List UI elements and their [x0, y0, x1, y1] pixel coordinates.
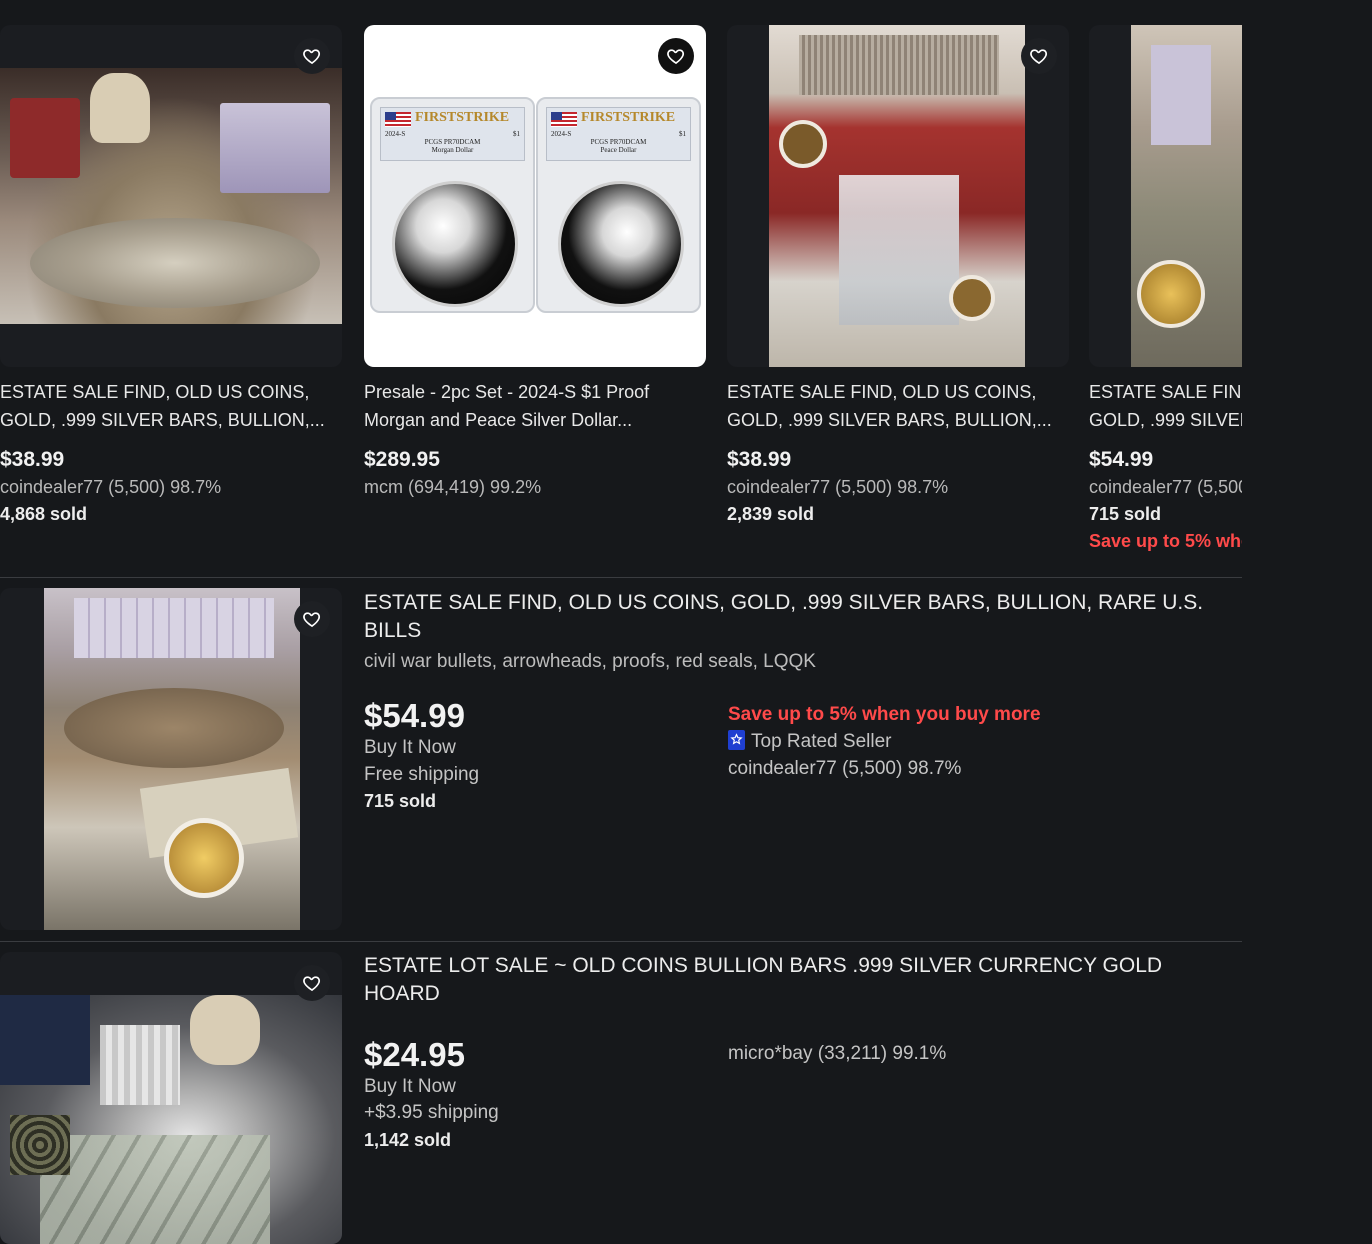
- item-image[interactable]: [0, 588, 342, 930]
- favorite-heart-icon[interactable]: [294, 601, 330, 637]
- item-image[interactable]: [1089, 25, 1242, 367]
- item-title[interactable]: ESTATE SALE FIND, OLD US COINS, GOLD, .9…: [0, 378, 342, 434]
- coin-slab-morgan: FIRSTSTRIKE 2024-S $1 PCGS PR70DCAM Morg…: [370, 97, 535, 313]
- coin-hoard-photo: [1131, 25, 1242, 367]
- carousel-card[interactable]: ESTATE SALE FIND, OLD US COINS, GOLD, .9…: [727, 25, 1069, 529]
- listing-row[interactable]: ESTATE SALE FIND, OLD US COINS, GOLD, .9…: [0, 588, 1242, 930]
- item-price: $38.99: [0, 448, 65, 471]
- divider: [0, 577, 1242, 578]
- similar-items-carousel: ESTATE SALE FIND, OLD US COINS, GOLD, .9…: [0, 0, 1242, 577]
- item-image[interactable]: FIRSTSTRIKE 2024-S $1 PCGS PR70DCAM Morg…: [364, 25, 706, 367]
- carousel-card[interactable]: ESTATE SALE FIND, OLD US COINS, GOLD, .9…: [0, 25, 342, 529]
- seller-info: coindealer77 (5,500) 98.7%: [727, 477, 949, 497]
- seller-info: coindealer77 (5,500) 98.7%: [0, 477, 222, 497]
- seller-info: micro*bay (33,211) 99.1%: [728, 1043, 947, 1064]
- listing-title[interactable]: ESTATE SALE FIND, OLD US COINS, GOLD, .9…: [364, 589, 1234, 645]
- coin-hoard-photo: [44, 588, 300, 930]
- seller-info: coindealer77 (5,500) 98.7%: [1089, 477, 1242, 497]
- promo-text: Save up to 5% when you buy more: [728, 704, 1041, 725]
- carousel-card[interactable]: ESTATE SALE FIND, OLD US COINS, GOLD, .9…: [1089, 25, 1242, 553]
- shipping-info: Free shipping: [364, 764, 480, 785]
- divider: [0, 941, 1242, 942]
- listing-row[interactable]: ESTATE LOT SALE ~ OLD COINS BULLION BARS…: [0, 952, 1242, 1244]
- shipping-info: +$3.95 shipping: [364, 1102, 499, 1123]
- item-image[interactable]: [0, 25, 342, 367]
- favorite-heart-icon[interactable]: [294, 38, 330, 74]
- sold-count: 715 sold: [364, 791, 437, 811]
- top-rated-seller-icon: [728, 730, 745, 750]
- item-price: $289.95: [364, 448, 440, 471]
- item-image[interactable]: [727, 25, 1069, 367]
- seller-info: coindealer77 (5,500) 98.7%: [728, 758, 962, 779]
- buying-format: Buy It Now: [364, 737, 456, 758]
- favorite-heart-icon[interactable]: [658, 38, 694, 74]
- listing-price: $54.99: [364, 697, 465, 734]
- coin-hoard-photo: [0, 68, 342, 324]
- item-price: $38.99: [727, 448, 792, 471]
- carousel-card[interactable]: FIRSTSTRIKE 2024-S $1 PCGS PR70DCAM Morg…: [364, 25, 706, 499]
- listing-subtitle: civil war bullets, arrowheads, proofs, r…: [364, 651, 816, 672]
- top-rated-badge: Top Rated Seller: [728, 728, 1041, 755]
- coin-lot-photo: [0, 995, 342, 1244]
- sold-count: 2,839 sold: [727, 504, 815, 524]
- listing-seller-block: micro*bay (33,211) 99.1%: [728, 1040, 946, 1067]
- top-rated-label: Top Rated Seller: [751, 731, 892, 752]
- sold-count: 715 sold: [1089, 504, 1162, 524]
- sold-count: 4,868 sold: [0, 504, 88, 524]
- favorite-heart-icon[interactable]: [1021, 38, 1057, 74]
- item-title[interactable]: ESTATE SALE FIND, OLD US COINS, GOLD, .9…: [1089, 378, 1242, 434]
- listing-title[interactable]: ESTATE LOT SALE ~ OLD COINS BULLION BARS…: [364, 952, 1234, 1008]
- sold-count: 1,142 sold: [364, 1130, 452, 1150]
- seller-info: mcm (694,419) 99.2%: [364, 477, 542, 497]
- item-title[interactable]: ESTATE SALE FIND, OLD US COINS, GOLD, .9…: [727, 378, 1069, 434]
- listing-price: $24.95: [364, 1036, 465, 1073]
- item-title[interactable]: Presale - 2pc Set - 2024-S $1 Proof Morg…: [364, 378, 706, 434]
- buying-format: Buy It Now: [364, 1076, 456, 1097]
- favorite-heart-icon[interactable]: [294, 965, 330, 1001]
- promo-text: Save up to 5% when you buy more: [1089, 531, 1242, 551]
- item-image[interactable]: [0, 952, 342, 1244]
- coin-display-photo: [769, 25, 1025, 367]
- listing-seller-block: Save up to 5% when you buy more Top Rate…: [728, 701, 1041, 782]
- coin-slab-peace: FIRSTSTRIKE 2024-S $1 PCGS PR70DCAM Peac…: [536, 97, 701, 313]
- item-price: $54.99: [1089, 448, 1154, 471]
